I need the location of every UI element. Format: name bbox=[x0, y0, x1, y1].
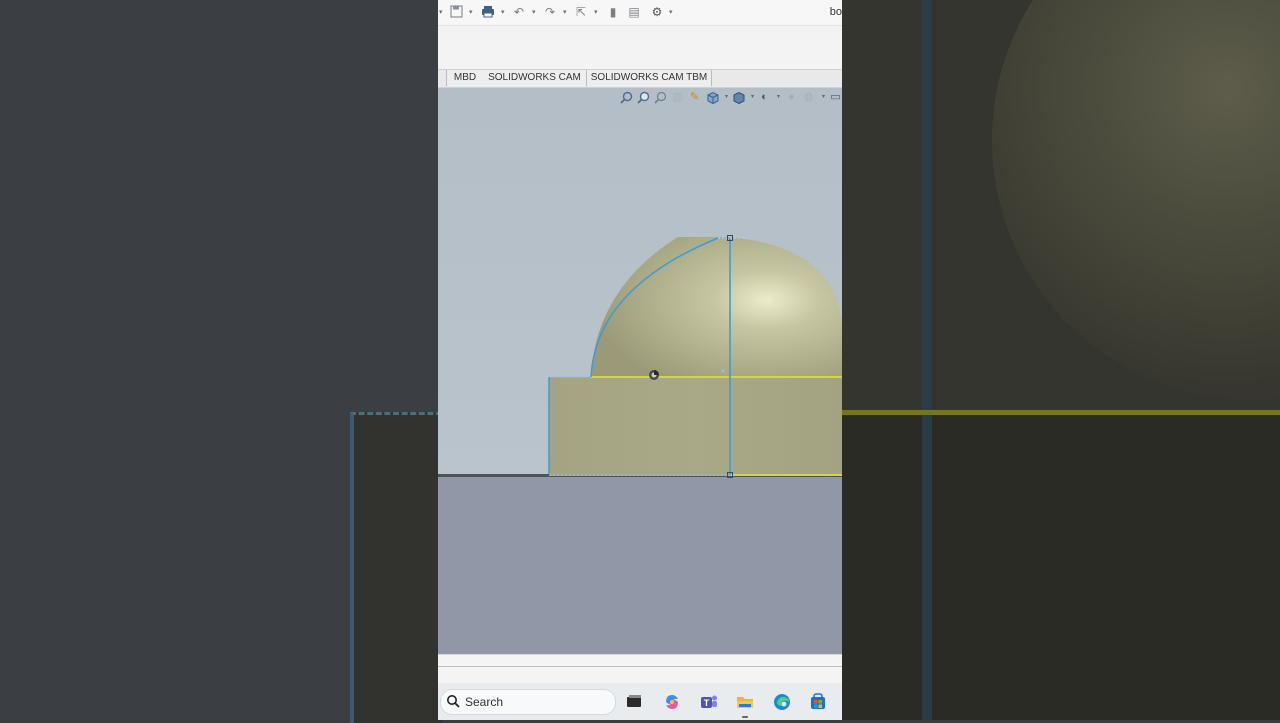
svg-text:T: T bbox=[704, 698, 710, 708]
chevron-down-icon[interactable]: ▾ bbox=[501, 8, 505, 16]
redo-icon[interactable]: ↷ bbox=[543, 5, 557, 19]
store-icon[interactable] bbox=[808, 692, 828, 712]
task-view-icon[interactable] bbox=[624, 692, 644, 712]
base-block[interactable] bbox=[549, 377, 842, 476]
tab-solidworks-cam-tbm[interactable]: SOLIDWORKS CAM TBM bbox=[587, 70, 712, 86]
quick-access-toolbar: ▾ ▾ ▾ ↶ ▾ ↷ ▾ ⇱ ▾ ▮ ▤ ⚙ ▾ bo bbox=[438, 0, 842, 26]
chevron-down-icon[interactable]: ▾ bbox=[594, 8, 598, 16]
chevron-down-icon[interactable]: ▾ bbox=[563, 8, 567, 16]
select-icon[interactable]: ⇱ bbox=[574, 5, 588, 19]
edge-icon[interactable] bbox=[772, 692, 792, 712]
windows-taskbar: Search T bbox=[438, 683, 842, 720]
midpoint-marker bbox=[721, 369, 725, 373]
file-explorer-icon[interactable] bbox=[735, 692, 755, 712]
teams-icon[interactable]: T bbox=[699, 692, 719, 712]
blurred-sketch-line bbox=[922, 0, 932, 720]
file-properties-icon[interactable]: ▤ bbox=[627, 5, 641, 19]
print-icon[interactable] bbox=[481, 5, 495, 19]
graphics-area[interactable]: ▥ ✎ ▾ ▾ ◐ ▾ ● ◍ ▾ ▭ bbox=[438, 88, 842, 654]
undo-icon[interactable]: ↶ bbox=[512, 5, 526, 19]
options-icon[interactable]: ⚙ bbox=[650, 5, 664, 19]
dome-body[interactable] bbox=[591, 237, 842, 377]
command-manager-ribbon bbox=[438, 26, 842, 70]
origin-icon bbox=[649, 370, 659, 380]
chevron-down-icon[interactable]: ▾ bbox=[469, 8, 473, 16]
search-placeholder: Search bbox=[465, 695, 504, 709]
blurred-model-edge bbox=[350, 412, 442, 723]
model-view bbox=[438, 235, 842, 478]
tab-solidworks-cam[interactable]: SOLIDWORKS CAM bbox=[483, 70, 587, 86]
chevron-down-icon[interactable]: ▾ bbox=[439, 8, 443, 16]
right-blurred-backdrop bbox=[842, 0, 1280, 720]
save-icon[interactable] bbox=[449, 5, 463, 19]
document-title: bo bbox=[829, 6, 842, 18]
chevron-down-icon[interactable]: ▾ bbox=[532, 8, 536, 16]
search-icon bbox=[446, 694, 460, 708]
running-indicator bbox=[742, 716, 748, 718]
chevron-down-icon[interactable]: ▾ bbox=[669, 8, 673, 16]
rebuild-icon[interactable]: ▮ bbox=[606, 5, 620, 19]
tab-mbd[interactable]: MBD bbox=[446, 70, 484, 86]
left-blurred-backdrop bbox=[0, 0, 442, 723]
solidworks-window: ▾ ▾ ▾ ↶ ▾ ↷ ▾ ⇱ ▾ ▮ ▤ ⚙ ▾ bo MBD SOLIDWO… bbox=[438, 0, 842, 720]
status-bar bbox=[438, 654, 842, 683]
blurred-yellow-line bbox=[842, 410, 1280, 415]
copilot-icon[interactable] bbox=[662, 692, 682, 712]
taskbar-search[interactable]: Search bbox=[440, 689, 616, 715]
command-manager-tabs: MBD SOLIDWORKS CAM SOLIDWORKS CAM TBM bbox=[438, 70, 842, 88]
